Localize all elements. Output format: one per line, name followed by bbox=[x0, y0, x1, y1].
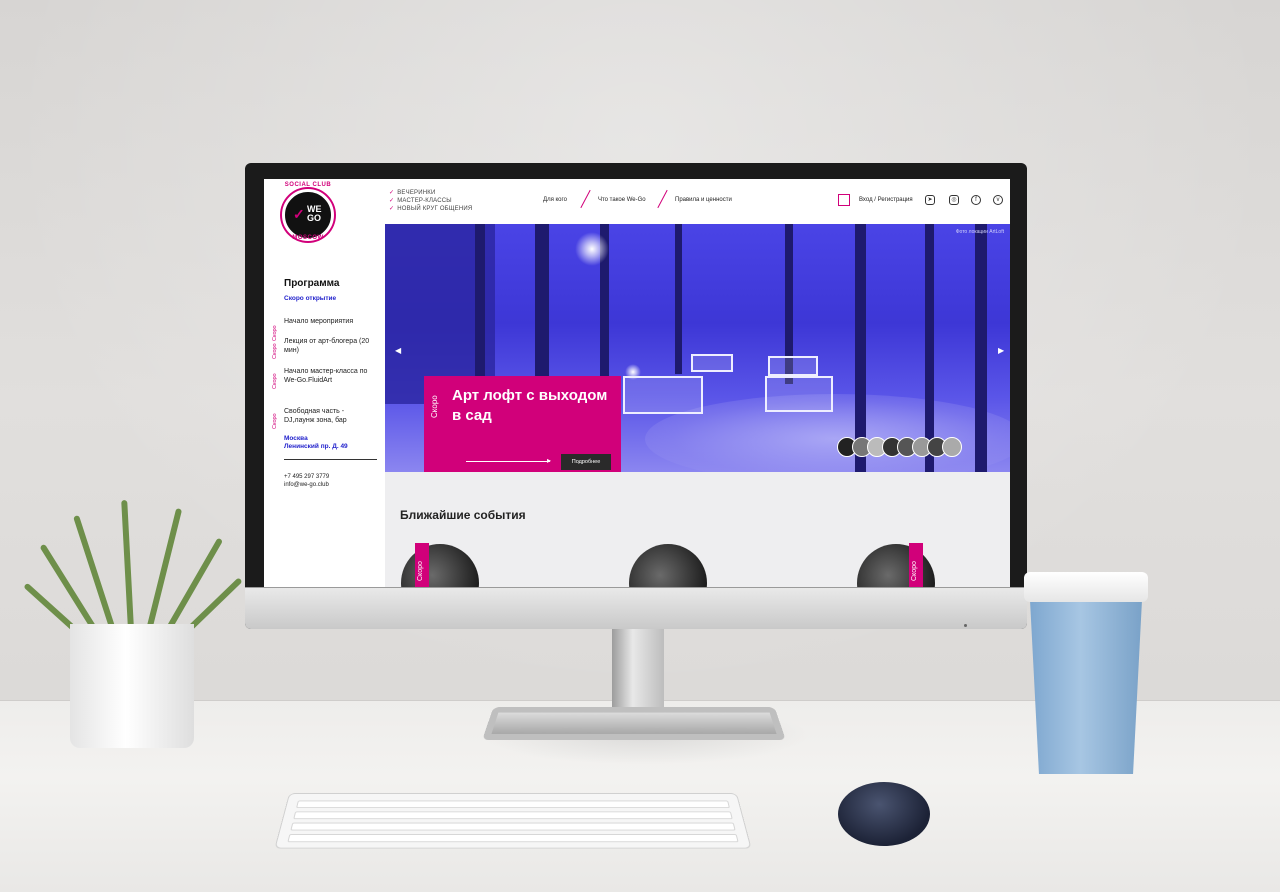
address-city: Москва bbox=[284, 435, 308, 442]
coffee-cup-lid bbox=[1024, 572, 1148, 602]
feature-item: ✓ ВЕЧЕРИНКИ bbox=[389, 190, 436, 196]
feature-item: ✓ НОВЫЙ КРУГ ОБЩЕНИЯ bbox=[389, 206, 473, 212]
hero-banner: Фото локации ArtLoft ◀ ▶ Скоро Арт лофт … bbox=[385, 224, 1010, 472]
wego-logo[interactable]: ✓ WE GO bbox=[282, 189, 334, 241]
nav-separator bbox=[657, 189, 668, 209]
power-led bbox=[964, 624, 967, 627]
hero-card-line bbox=[466, 461, 550, 462]
event-card-image[interactable] bbox=[629, 544, 707, 587]
event-card-tag: Скоро bbox=[909, 543, 923, 587]
program-tag-free: Скоро bbox=[272, 413, 278, 429]
tree-trunk bbox=[925, 224, 934, 472]
feature-item: ✓ МАСТЕР-КЛАССЫ bbox=[389, 198, 452, 204]
logo-ring-bottom-text: MOSCOW bbox=[292, 235, 324, 241]
event-card-tag: Скоро bbox=[415, 543, 429, 587]
monitor-neck bbox=[612, 629, 664, 711]
garden-bench bbox=[623, 376, 703, 414]
address[interactable]: Москва Ленинский пр. Д. 49 bbox=[284, 435, 348, 451]
email-link[interactable]: info@we-go.club bbox=[284, 481, 329, 489]
sidebar: SOCIAL CLUB ✓ WE GO MOSCOW Программа Ско… bbox=[264, 179, 385, 587]
mouse bbox=[838, 782, 930, 846]
keyboard-key-row bbox=[287, 834, 739, 843]
arrow-left-icon[interactable]: ◀ bbox=[395, 346, 401, 355]
arrow-right-icon[interactable]: ▶ bbox=[998, 346, 1004, 355]
program-item-free: Свободная часть - DJ,лаунж зона, бар bbox=[284, 408, 347, 424]
program-title: Программа bbox=[284, 278, 340, 289]
event-card-image[interactable] bbox=[401, 544, 479, 587]
check-icon: ✓ bbox=[389, 206, 395, 212]
events-title: Ближайшие события bbox=[400, 508, 526, 522]
program-item-masterclass: Начало мастер-класса по We-Go.FluidArt bbox=[284, 368, 368, 384]
vk-icon[interactable]: v bbox=[993, 195, 1003, 205]
telegram-icon[interactable]: ➤ bbox=[925, 195, 935, 205]
contacts: +7 495 297 3779 info@we-go.club bbox=[284, 473, 329, 489]
nav-for-whom[interactable]: Для кого bbox=[543, 197, 567, 203]
plant-pot bbox=[70, 624, 194, 748]
tree-trunk bbox=[675, 224, 682, 374]
address-divider bbox=[284, 459, 377, 460]
hero-card-tag: Скоро bbox=[430, 395, 439, 418]
login-register-link[interactable]: Вход / Регистрация bbox=[859, 197, 913, 203]
soon-opening-label[interactable]: Скоро открытие bbox=[284, 295, 336, 302]
keyboard-key-row bbox=[293, 811, 733, 820]
login-icon[interactable] bbox=[838, 194, 850, 206]
logo-ring-top-text: SOCIAL CLUB bbox=[284, 182, 332, 188]
phone-link[interactable]: +7 495 297 3779 bbox=[284, 473, 329, 481]
lamp-light bbox=[575, 232, 609, 266]
events-section: Ближайшие события Скоро Скоро bbox=[385, 472, 1010, 587]
coffee-cup bbox=[1030, 600, 1142, 774]
website-screen: SOCIAL CLUB ✓ WE GO MOSCOW Программа Ско… bbox=[264, 179, 1010, 587]
check-icon: ✓ bbox=[389, 190, 395, 196]
garden-bench bbox=[765, 376, 833, 412]
tree-trunk bbox=[855, 224, 866, 472]
hero-card: Скоро Арт лофт с выходом в сад ▸ Подробн… bbox=[424, 376, 621, 472]
logo-mark-text: WE GO bbox=[307, 204, 322, 223]
program-tag-masterclass: Скоро bbox=[272, 373, 278, 389]
keyboard bbox=[274, 793, 752, 849]
facebook-icon[interactable]: f bbox=[971, 195, 981, 205]
more-button[interactable]: Подробнее bbox=[561, 454, 611, 470]
nav-what-is-wego[interactable]: Что такое We-Go bbox=[598, 197, 646, 203]
program-tag-lecture: Скоро bbox=[272, 343, 278, 359]
address-street: Ленинский пр. Д. 49 bbox=[284, 443, 348, 450]
avatar[interactable] bbox=[942, 437, 962, 457]
event-card-image[interactable] bbox=[857, 544, 935, 587]
keyboard-key-row bbox=[296, 800, 730, 809]
hero-card-title: Арт лофт с выходом в сад bbox=[452, 387, 608, 424]
tree-trunk bbox=[975, 224, 987, 472]
arrow-right-icon: ▸ bbox=[547, 456, 552, 465]
check-icon: ✓ bbox=[389, 198, 395, 204]
monitor-chin bbox=[245, 587, 1027, 629]
nav-rules-values[interactable]: Правила и ценности bbox=[675, 197, 732, 203]
top-bar: ✓ ВЕЧЕРИНКИ ✓ МАСТЕР-КЛАССЫ ✓ НОВЫЙ КРУГ ОБ… bbox=[385, 179, 1010, 224]
program-item-start: Начало мероприятия bbox=[284, 318, 354, 325]
garden-bench bbox=[691, 354, 733, 372]
monitor-base bbox=[482, 707, 786, 741]
program-item-lecture: Лекция от арт-блогера (20 мин) bbox=[284, 338, 370, 354]
garden-bench bbox=[768, 356, 818, 376]
instagram-icon[interactable]: ◎ bbox=[949, 195, 959, 205]
photo-credit: Фото локации ArtLoft bbox=[955, 229, 1004, 235]
keyboard-key-row bbox=[290, 822, 736, 831]
nav-separator bbox=[580, 189, 591, 209]
logo-check-icon: ✓ bbox=[293, 206, 305, 222]
program-extra-tag: Скоро bbox=[272, 325, 278, 341]
